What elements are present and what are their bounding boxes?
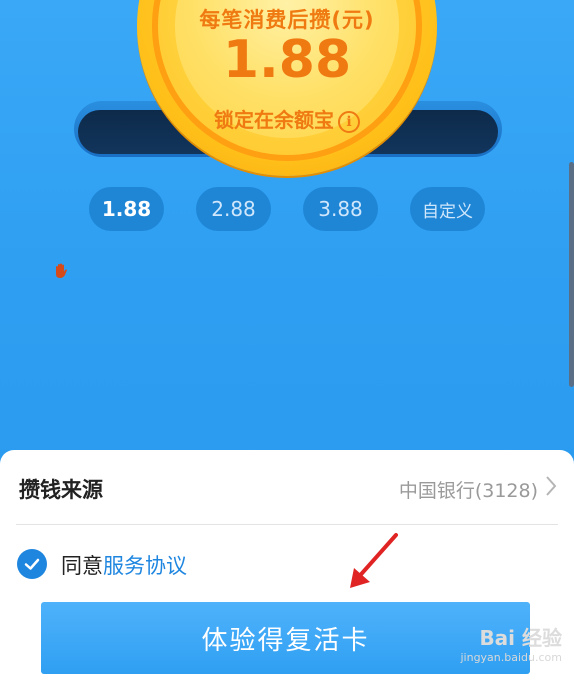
source-account[interactable]: 中国银行(3128)	[399, 476, 538, 503]
watermark-brand: Bai 经验	[479, 626, 562, 650]
agree-checkbox[interactable]	[17, 549, 47, 579]
hand-icon-svg	[56, 263, 67, 278]
divider	[16, 524, 558, 525]
scrollbar[interactable]	[569, 162, 574, 387]
watermark-url: jingyan.baidu.com	[460, 651, 562, 664]
coin-subtitle: 锁定在余额宝 i	[175, 104, 399, 133]
agree-prefix: 同意	[61, 554, 103, 578]
amount-option-1-88[interactable]: 1.88	[89, 187, 164, 231]
coin-amount: 1.88	[222, 30, 352, 90]
top-area: 每笔消费后攒(元) 1.88 锁定在余额宝 i 1.88 2.88 3.88 自定…	[0, 0, 574, 470]
chevron-right-icon-svg	[546, 476, 557, 496]
amount-option-custom[interactable]: 自定义	[410, 187, 485, 231]
amount-option-2-88[interactable]: 2.88	[196, 187, 271, 231]
annotation-arrow-icon	[350, 533, 398, 588]
chevron-right-icon[interactable]	[544, 474, 558, 504]
agreement-text: 同意服务协议	[61, 550, 187, 580]
info-icon[interactable]: i	[338, 110, 360, 133]
hand-icon	[52, 262, 70, 280]
amount-option-3-88[interactable]: 3.88	[303, 187, 378, 231]
coin-subtitle-text: 锁定在余额宝	[214, 108, 334, 132]
source-label: 攒钱来源	[19, 478, 103, 502]
baidu-jingyan-watermark: Bai 经验 jingyan.baidu.com	[460, 628, 562, 663]
experience-revive-card-button[interactable]: 体验得复活卡	[41, 602, 530, 674]
check-icon	[24, 558, 40, 570]
service-agreement-link[interactable]: 服务协议	[103, 554, 187, 578]
